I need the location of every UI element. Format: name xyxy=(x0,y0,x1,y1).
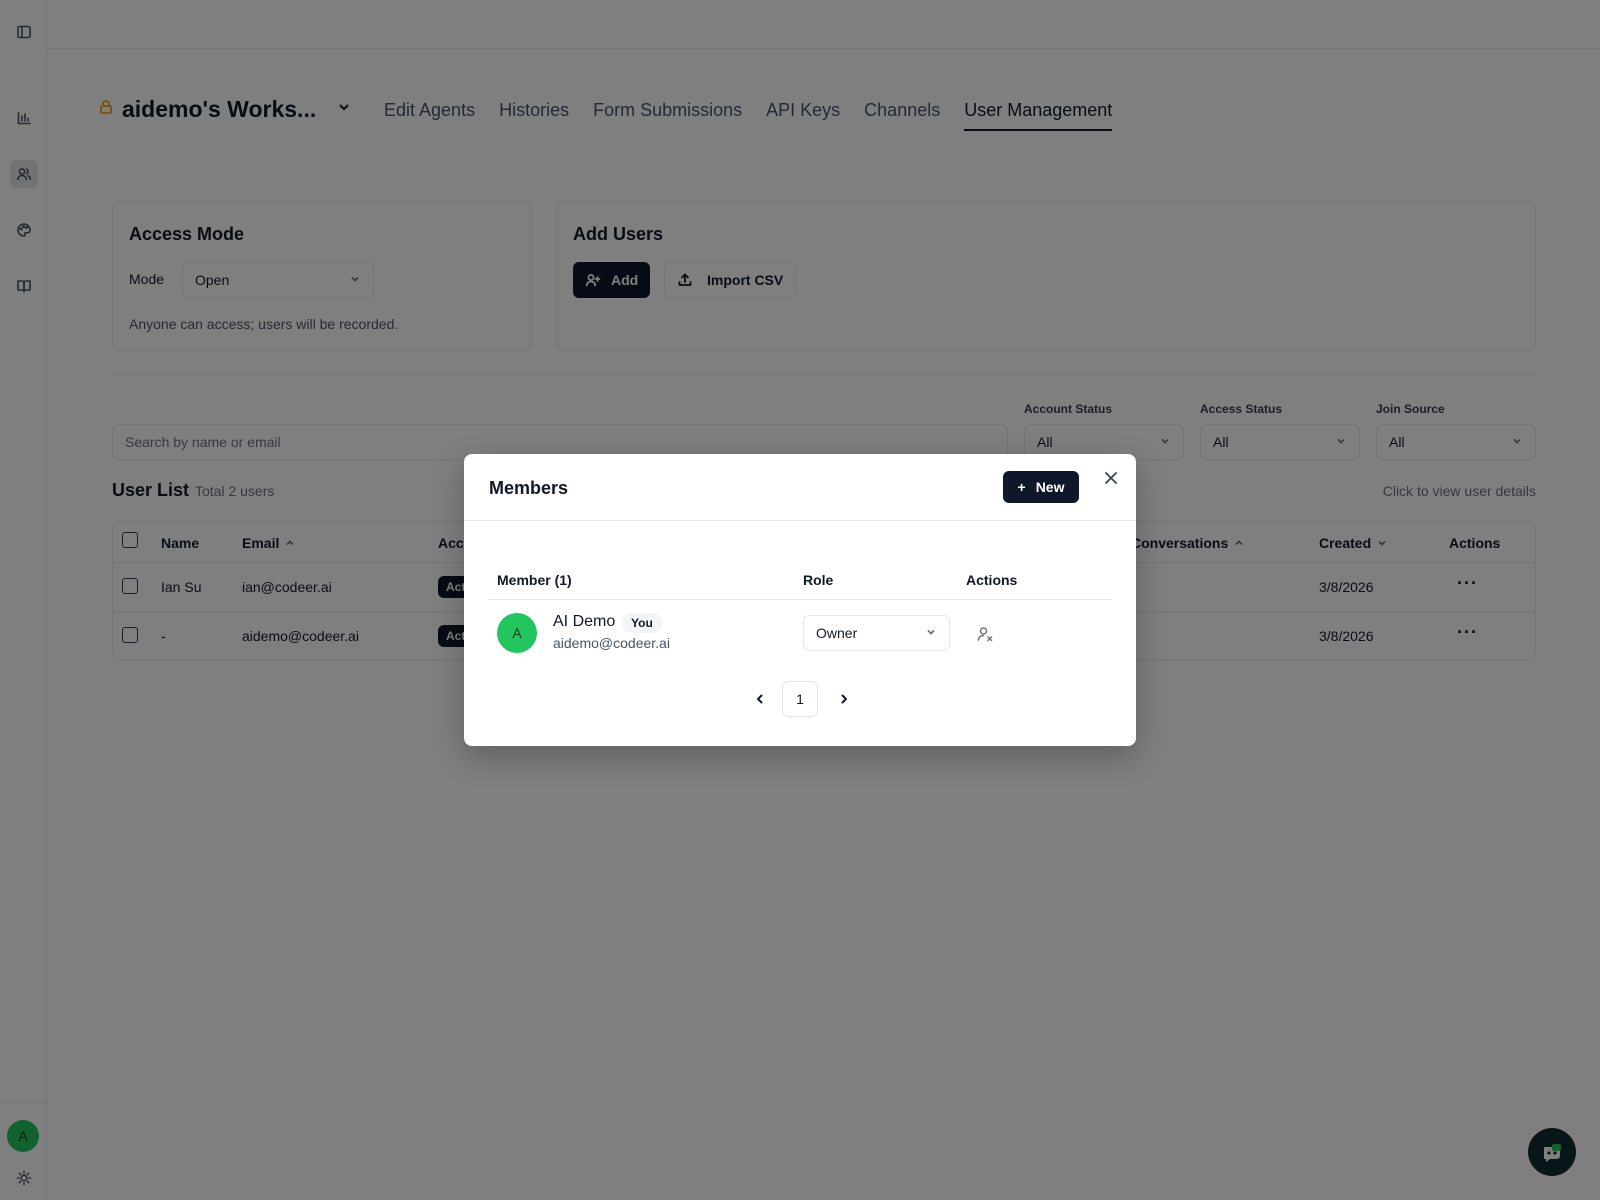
close-icon[interactable] xyxy=(1104,471,1120,487)
member-email: aidemo@codeer.ai xyxy=(553,635,670,651)
members-header-divider xyxy=(488,599,1112,600)
new-member-label: New xyxy=(1035,479,1065,495)
member-name: AI Demo xyxy=(553,613,616,630)
chevron-right-icon[interactable] xyxy=(838,692,852,706)
plus-icon: + xyxy=(1017,479,1026,495)
members-modal-title: Members xyxy=(489,478,569,498)
actions-column-header: Actions xyxy=(966,572,1018,588)
modal-divider xyxy=(464,520,1136,521)
chevron-left-icon[interactable] xyxy=(754,692,768,706)
member-avatar: A xyxy=(497,613,537,653)
page-number[interactable]: 1 xyxy=(782,681,818,717)
member-role-value: Owner xyxy=(816,625,858,641)
new-member-button[interactable]: + New xyxy=(1003,471,1079,503)
member-role-select[interactable]: Owner xyxy=(803,615,950,651)
member-column-header: Member (1) xyxy=(497,572,572,588)
members-modal: Members + New Member (1) Role Actions A … xyxy=(464,454,1136,746)
you-badge: You xyxy=(622,613,662,633)
chevron-down-icon xyxy=(925,625,937,641)
role-column-header: Role xyxy=(803,572,834,588)
remove-member-icon[interactable] xyxy=(976,625,994,643)
